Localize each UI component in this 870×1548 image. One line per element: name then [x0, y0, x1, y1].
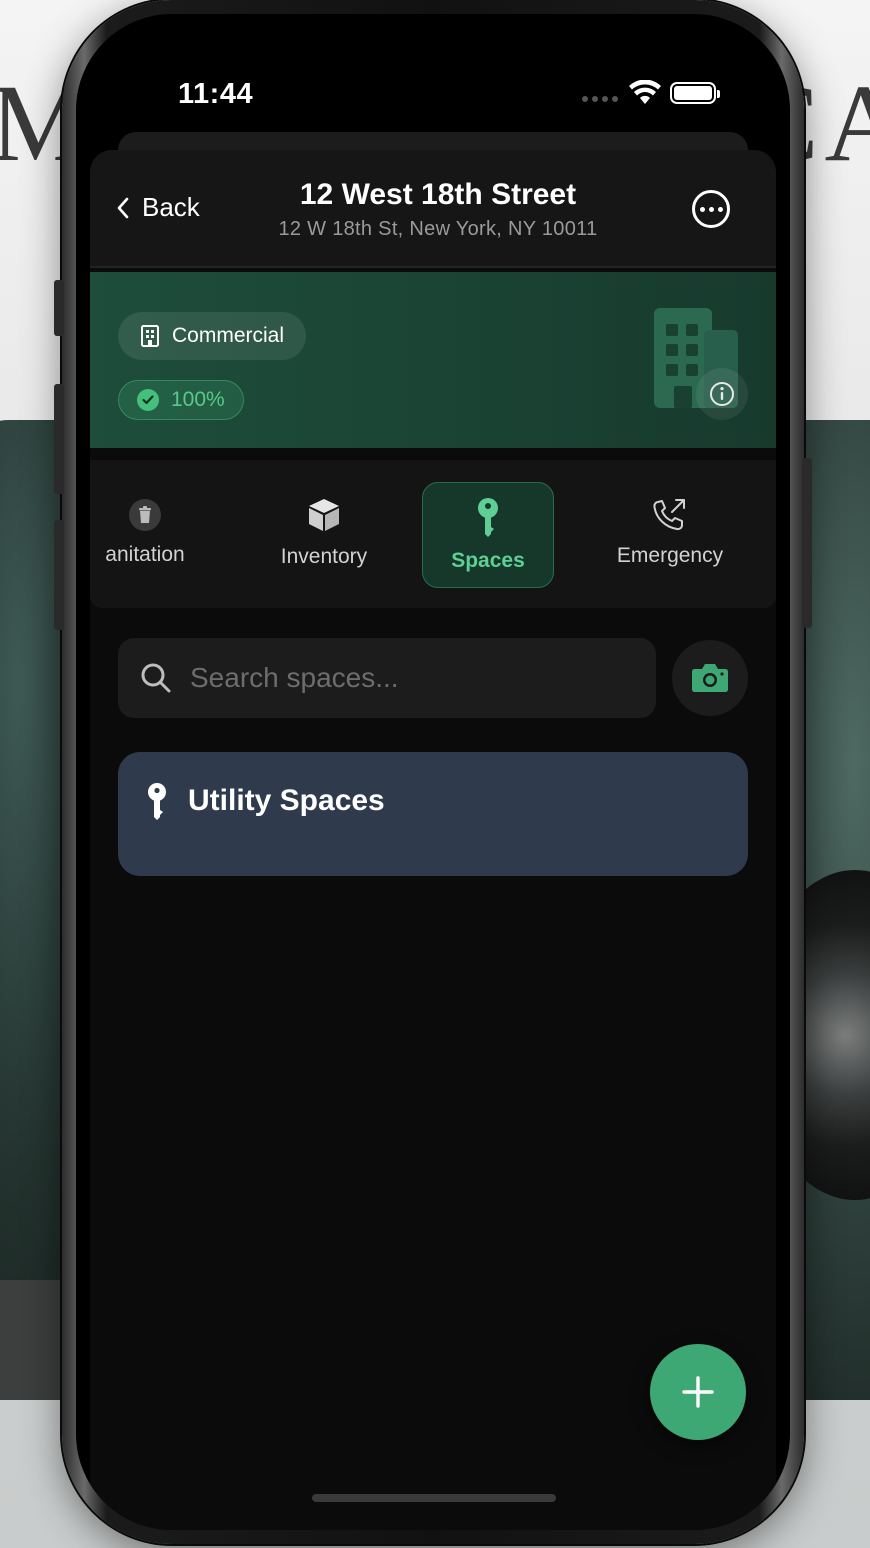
property-type-label: Commercial	[172, 324, 285, 347]
checkmark-circle-icon	[137, 389, 159, 411]
search-icon	[141, 663, 171, 693]
battery-icon	[670, 82, 720, 104]
search-field[interactable]	[118, 638, 656, 718]
camera-button[interactable]	[672, 640, 748, 716]
phone-screen: 11:44 Back 12 West 18th Street 12 W 18th…	[76, 14, 790, 1530]
tab-label: Inventory	[280, 545, 368, 568]
navigation-bar: Back 12 West 18th Street 12 W 18th St, N…	[90, 150, 776, 268]
search-input[interactable]	[190, 662, 650, 694]
add-space-button[interactable]	[650, 1344, 746, 1440]
more-options-button[interactable]	[692, 190, 730, 228]
tab-label: anitation	[105, 543, 185, 566]
tab-label: Emergency	[616, 544, 724, 567]
phone-power-button	[802, 458, 812, 628]
space-group-label: Utility Spaces	[188, 784, 385, 817]
page-subtitle: 12 W 18th St, New York, NY 10011	[278, 218, 598, 240]
key-icon	[478, 498, 498, 537]
property-banner: Commercial 100%	[90, 272, 776, 448]
completion-value: 100%	[171, 388, 225, 411]
tab-emergency[interactable]: Emergency	[590, 480, 750, 586]
building-icon	[141, 325, 159, 347]
home-indicator[interactable]	[312, 1494, 556, 1502]
tab-label: Spaces	[451, 549, 525, 572]
info-button[interactable]	[696, 368, 748, 420]
info-icon	[710, 382, 734, 406]
phone-outgoing-icon	[653, 499, 685, 531]
ellipsis-icon	[699, 206, 705, 212]
cellular-signal-icon	[582, 96, 618, 102]
status-time: 11:44	[178, 78, 254, 110]
category-tab-bar: anitation Inventory Spaces Emergency	[90, 460, 776, 608]
tab-sanitation[interactable]: anitation	[90, 480, 220, 586]
tab-spaces[interactable]: Spaces	[422, 482, 554, 588]
plus-icon	[682, 1376, 714, 1408]
phone-mute-switch	[54, 280, 64, 336]
phone-volume-up	[54, 384, 64, 494]
page-title: 12 West 18th Street	[299, 178, 577, 211]
trash-icon	[129, 499, 161, 531]
tab-inventory[interactable]: Inventory	[254, 480, 394, 586]
property-type-chip: Commercial	[118, 312, 307, 360]
camera-icon	[692, 664, 728, 692]
phone-volume-down	[54, 520, 64, 630]
space-group-card[interactable]: Utility Spaces	[118, 752, 748, 876]
completion-badge: 100%	[118, 380, 244, 420]
wifi-icon	[629, 80, 661, 104]
box-icon	[309, 499, 339, 531]
key-icon	[148, 783, 166, 820]
property-detail-sheet: Back 12 West 18th Street 12 W 18th St, N…	[90, 150, 776, 1530]
